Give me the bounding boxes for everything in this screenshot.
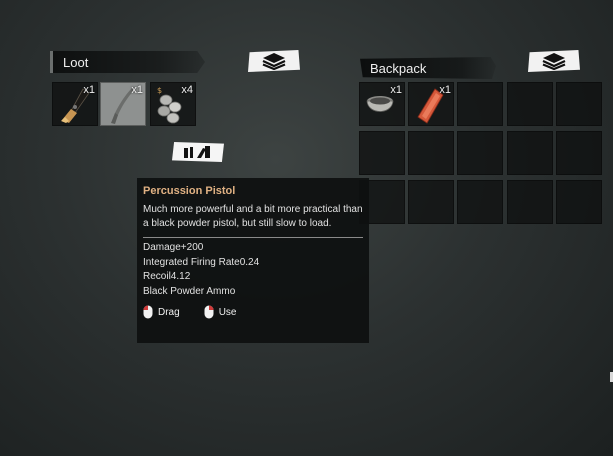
backpack-slot-2-qty: x1 <box>439 84 451 96</box>
loot-title: Loot <box>63 54 89 70</box>
loot-slot-2[interactable]: x1 <box>100 82 146 126</box>
backpack-slot-13[interactable] <box>457 180 503 224</box>
backpack-slot-5[interactable] <box>556 82 602 126</box>
backpack-title: Backpack <box>370 60 427 76</box>
item-name: Percussion Pistol <box>143 185 236 197</box>
stat-recoil: Recoil4.12 <box>143 271 191 282</box>
stat-damage: Damage+200 <box>143 242 204 253</box>
backpack-slot-12[interactable] <box>408 180 454 224</box>
svg-text:$: $ <box>157 86 162 95</box>
layers-icon <box>262 53 286 70</box>
backpack-slot-6[interactable] <box>359 131 405 175</box>
backpack-slot-8[interactable] <box>457 131 503 175</box>
loot-panel-header: Loot <box>50 51 205 73</box>
tooltip-divider <box>143 237 363 238</box>
loot-slot-1[interactable]: x1 <box>52 82 98 126</box>
item-tooltip: Percussion Pistol Much more powerful and… <box>137 178 369 343</box>
backpack-slot-1-qty: x1 <box>390 84 402 96</box>
equip-button[interactable] <box>172 142 224 162</box>
backpack-sort-button[interactable] <box>528 50 580 72</box>
backpack-slot-15[interactable] <box>556 180 602 224</box>
backpack-slot-10[interactable] <box>556 131 602 175</box>
backpack-panel-header: Backpack <box>360 57 496 79</box>
layers-icon <box>542 53 566 70</box>
backpack-slot-3[interactable] <box>457 82 503 126</box>
right-mouse-icon <box>204 305 214 319</box>
backpack-slot-2[interactable]: x1 <box>408 82 454 126</box>
backpack-slot-4[interactable] <box>507 82 553 126</box>
loot-slot-3[interactable]: $ x4 <box>150 82 196 126</box>
loot-slot-1-qty: x1 <box>83 84 95 96</box>
backpack-slot-14[interactable] <box>507 180 553 224</box>
loot-slot-3-qty: x4 <box>181 84 193 96</box>
backpack-slot-1[interactable]: x1 <box>359 82 405 126</box>
loot-slot-2-qty: x1 <box>131 84 143 96</box>
drag-label: Drag <box>158 306 180 318</box>
drag-action: Drag <box>143 305 180 319</box>
pistol-hand-icon <box>184 146 210 158</box>
stat-ammo: Black Powder Ammo <box>143 285 236 297</box>
item-description: Much more powerful and a bit more practi… <box>143 204 363 229</box>
stat-firing-rate: Integrated Firing Rate0.24 <box>143 256 260 268</box>
tooltip-actions: Drag Use <box>143 305 363 319</box>
left-mouse-icon <box>143 305 153 319</box>
use-action: Use <box>204 305 237 319</box>
loot-sort-button[interactable] <box>248 50 300 72</box>
backpack-slot-7[interactable] <box>408 131 454 175</box>
backpack-slot-9[interactable] <box>507 131 553 175</box>
use-label: Use <box>218 306 237 318</box>
